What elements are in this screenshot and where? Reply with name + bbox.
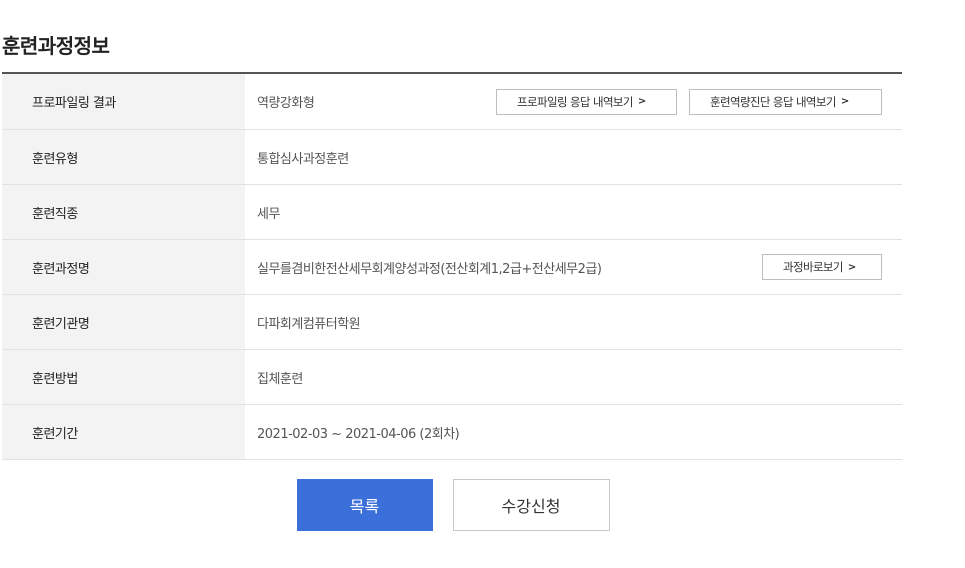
table-row: 훈련유형 통합심사과정훈련 (2, 130, 902, 185)
table-row: 훈련방법 집체훈련 (2, 350, 902, 405)
chevron-right-icon: > (637, 96, 646, 107)
row-value: 통합심사과정훈련 (257, 151, 349, 167)
row-label: 훈련기간 (2, 405, 245, 459)
row-label: 훈련직종 (2, 185, 245, 239)
row-value-cell: 다파회계컴퓨터학원 (245, 295, 902, 349)
course-shortcut-button[interactable]: 과정바로보기 > (762, 254, 882, 280)
row-value-cell: 통합심사과정훈련 (245, 130, 902, 184)
table-row: 훈련기관명 다파회계컴퓨터학원 (2, 295, 902, 350)
list-button[interactable]: 목록 (296, 479, 433, 531)
row-value-cell: 집체훈련 (245, 350, 902, 404)
button-label: 프로파일링 응답 내역보기 (517, 94, 633, 109)
row-value: 다파회계컴퓨터학원 (257, 316, 361, 332)
chevron-right-icon: > (840, 96, 849, 107)
button-label: 과정바로보기 (783, 260, 843, 274)
table-row: 프로파일링 결과 역량강화형 프로파일링 응답 내역보기 > 훈련역량진단 응답… (2, 74, 902, 130)
row-value-cell: 실무를겸비한전산세무회계양성과정(전산회계1,2급+전산세무2급) 과정바로보기… (245, 240, 902, 294)
row-value: 집체훈련 (257, 371, 303, 387)
chevron-right-icon: > (847, 261, 856, 273)
course-info-table: 프로파일링 결과 역량강화형 프로파일링 응답 내역보기 > 훈련역량진단 응답… (2, 72, 902, 460)
row-label: 훈련유형 (2, 130, 245, 184)
course-button-group: 과정바로보기 > (762, 254, 882, 280)
row-value-cell: 역량강화형 프로파일링 응답 내역보기 > 훈련역량진단 응답 내역보기 > (245, 74, 902, 129)
row-value: 실무를겸비한전산세무회계양성과정(전산회계1,2급+전산세무2급) (257, 261, 602, 277)
button-label: 훈련역량진단 응답 내역보기 (710, 94, 836, 109)
row-label: 프로파일링 결과 (2, 74, 245, 129)
table-row: 훈련과정명 실무를겸비한전산세무회계양성과정(전산회계1,2급+전산세무2급) … (2, 240, 902, 295)
apply-button[interactable]: 수강신청 (452, 479, 610, 531)
row-value-cell: 2021-02-03 ~ 2021-04-06 (2회차) (245, 405, 902, 459)
row-value: 2021-02-03 ~ 2021-04-06 (2회차) (257, 426, 460, 442)
row-value-cell: 세무 (245, 185, 902, 239)
row-value: 세무 (257, 206, 280, 222)
page-title: 훈련과정정보 (2, 34, 110, 58)
table-row: 훈련직종 세무 (2, 185, 902, 240)
profile-button-group: 프로파일링 응답 내역보기 > 훈련역량진단 응답 내역보기 > (496, 88, 882, 115)
action-buttons: 목록 수강신청 (0, 479, 902, 531)
table-row: 훈련기간 2021-02-03 ~ 2021-04-06 (2회차) (2, 405, 902, 460)
profile-answers-button[interactable]: 프로파일링 응답 내역보기 > (496, 88, 677, 115)
diagnosis-answers-button[interactable]: 훈련역량진단 응답 내역보기 > (689, 88, 882, 115)
row-label: 훈련방법 (2, 350, 245, 404)
row-value: 역량강화형 (257, 96, 315, 111)
row-label: 훈련과정명 (2, 240, 245, 294)
row-label: 훈련기관명 (2, 295, 245, 349)
